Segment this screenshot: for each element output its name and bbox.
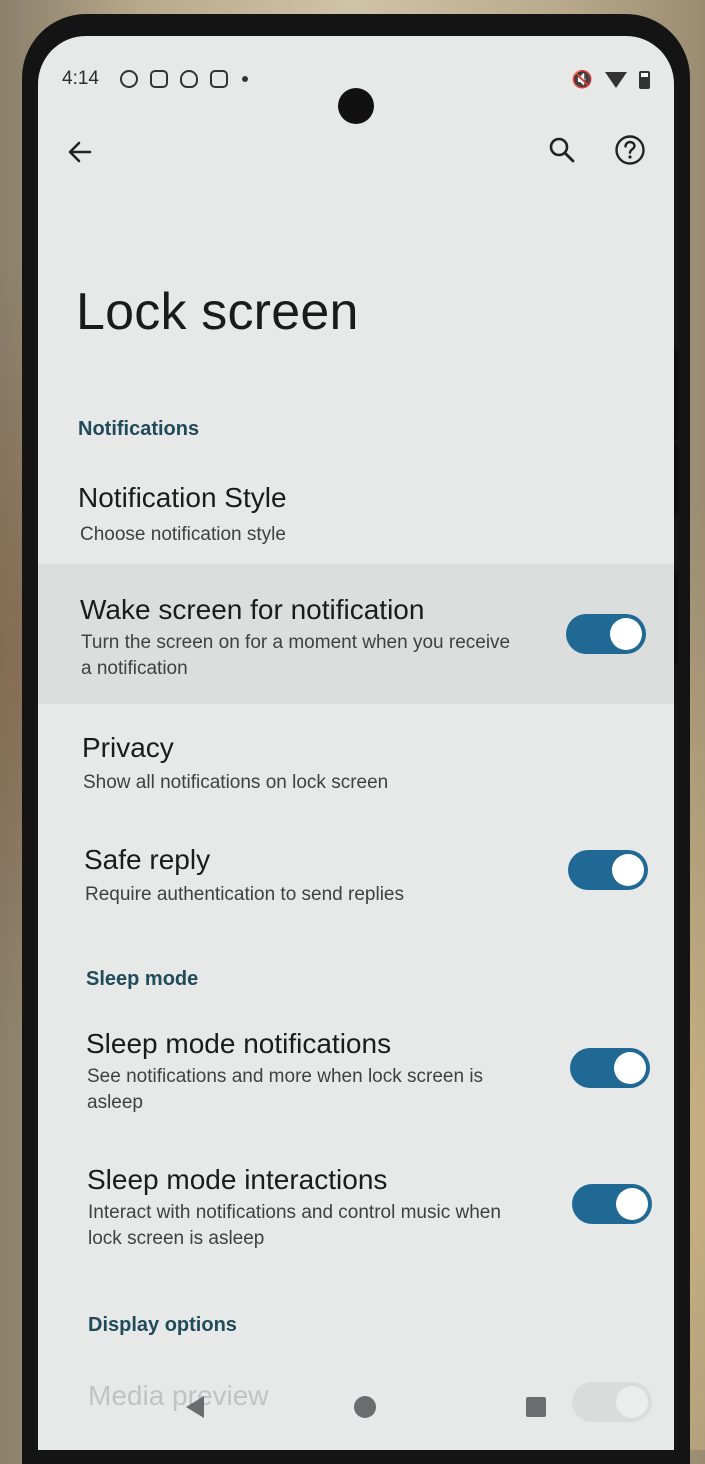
item-subtitle: See notifications and more when lock scr… [87,1066,484,1113]
shield-icon [180,70,198,88]
status-icons-left [120,70,248,88]
mute-icon: 🔇 [571,70,593,89]
setting-safe-reply[interactable]: Safe reply Require authentication to sen… [38,828,674,920]
search-icon [549,137,575,163]
status-icons-right: 🔇 [572,70,650,90]
wake-screen-toggle[interactable] [566,614,646,654]
safe-reply-toggle[interactable] [568,850,648,890]
setting-wake-screen[interactable]: Wake screen for notification Turn the sc… [38,564,674,704]
setting-sleep-mode-interactions[interactable]: Sleep mode interactions Interact with no… [38,1150,674,1266]
item-title: Notification Style [78,482,287,513]
toggle-knob [616,1188,648,1220]
sleep-notifications-toggle[interactable] [570,1048,650,1088]
sleep-interactions-toggle[interactable] [572,1184,652,1224]
top-app-bar [38,130,674,176]
item-subtitle: Show all notifications on lock screen [83,772,389,793]
front-camera [338,88,374,124]
section-header-sleep-mode: Sleep mode [86,968,199,990]
status-time: 4:14 [62,68,99,89]
item-title: Wake screen for notification [80,594,425,625]
toggle-knob [614,1052,646,1084]
page-title: Lock screen [76,283,359,341]
toggle-knob [610,618,642,650]
setting-privacy[interactable]: Privacy Show all notifications on lock s… [38,716,674,808]
wifi-icon [605,72,627,88]
item-title: Sleep mode interactions [87,1164,388,1195]
item-title: Privacy [82,732,174,763]
item-subtitle: Require authentication to send replies [85,884,404,905]
setting-sleep-mode-notifications[interactable]: Sleep mode notifications See notificatio… [38,1012,674,1128]
nav-back-icon[interactable] [186,1396,204,1418]
item-subtitle: Choose notification style [80,524,286,545]
setting-notification-style[interactable]: Notification Style Choose notification s… [38,466,674,558]
toggle-knob [612,854,644,886]
clipboard-icon [210,70,228,88]
navigation-bar [38,1374,674,1450]
item-title: Sleep mode notifications [86,1028,392,1059]
sim-icon [150,70,168,88]
status-bar: 4:14 🔇 [38,64,674,124]
more-dot-icon [242,76,248,82]
arrow-left-icon [68,141,92,163]
section-header-display-options: Display options [88,1314,237,1336]
nav-home-icon[interactable] [354,1396,376,1418]
search-button[interactable] [542,130,582,170]
notification-icon [120,70,138,88]
back-button[interactable] [62,134,98,170]
item-title: Safe reply [84,844,211,875]
screen: 4:14 🔇 Lock screen Notifications Notific… [38,36,674,1450]
battery-icon [639,71,650,89]
item-subtitle: Turn the screen on for a moment when you… [81,632,511,679]
help-circle-icon [615,135,645,165]
nav-recents-icon[interactable] [526,1397,546,1417]
item-subtitle: Interact with notifications and control … [88,1202,501,1249]
section-header-notifications: Notifications [78,418,200,440]
help-button[interactable] [610,130,650,170]
